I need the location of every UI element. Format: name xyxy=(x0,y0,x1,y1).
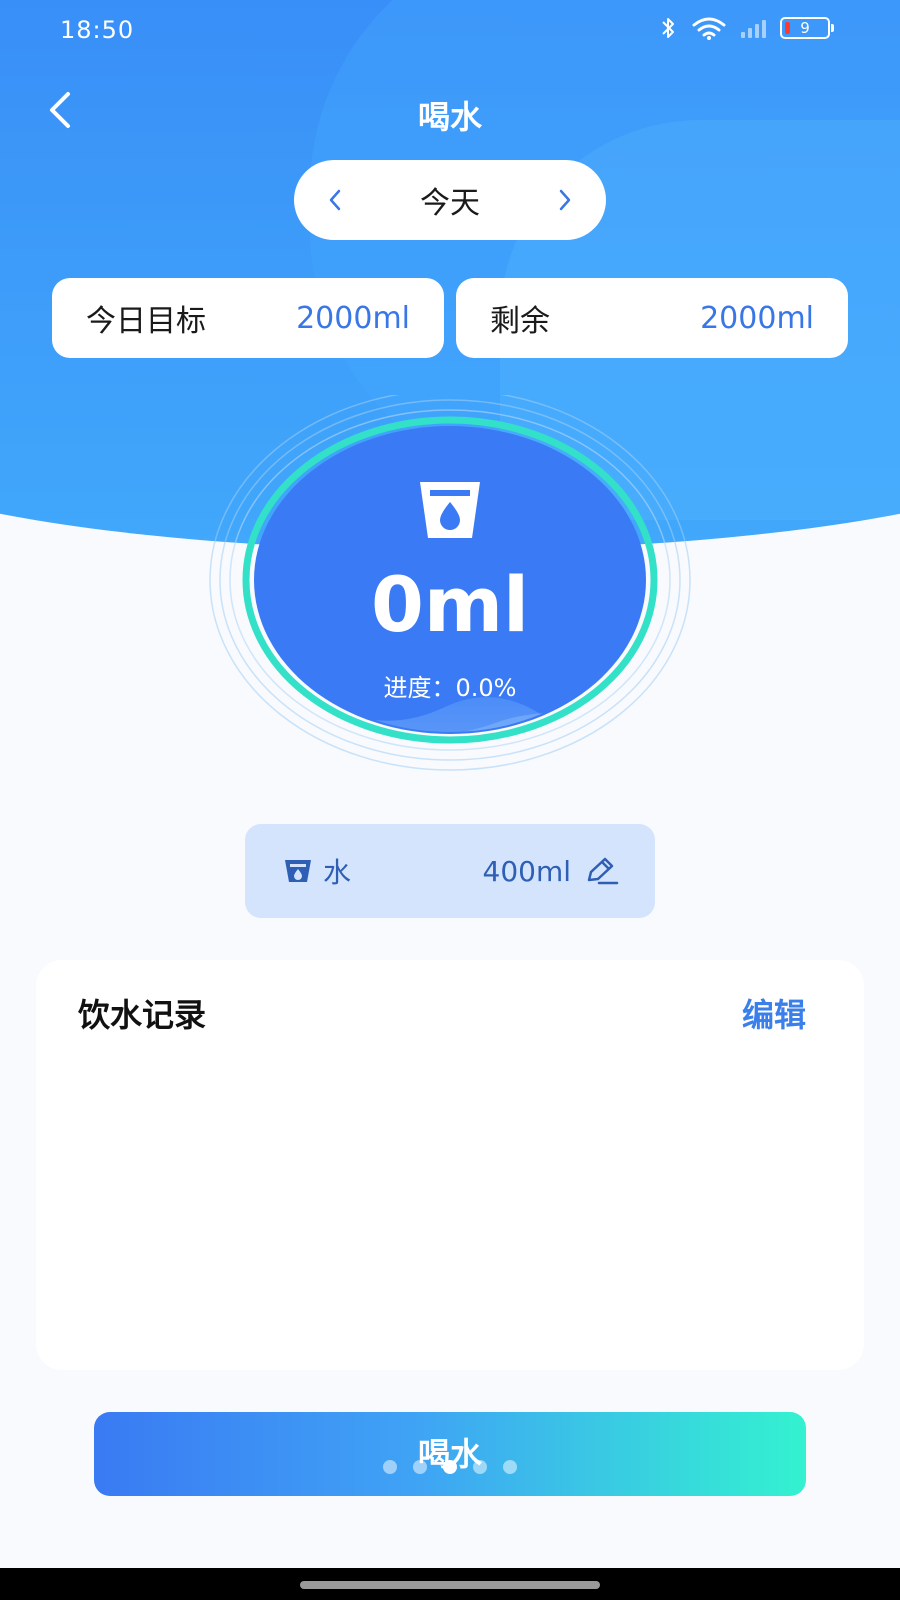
page-dot xyxy=(503,1460,517,1474)
records-title: 饮水记录 xyxy=(78,996,207,1034)
signal-icon xyxy=(741,18,766,38)
chevron-right-icon xyxy=(559,189,571,211)
date-selector: 今天 xyxy=(294,160,606,240)
progress-text: 进度：0.0% xyxy=(245,668,655,703)
records-edit-button[interactable]: 编辑 xyxy=(742,990,806,1036)
chevron-left-icon xyxy=(329,189,341,211)
drink-name: 水 xyxy=(323,856,352,889)
daily-goal-card: 今日目标 2000ml xyxy=(52,278,444,358)
wifi-icon xyxy=(692,17,726,40)
battery-icon: 9 xyxy=(780,17,834,39)
page-indicator xyxy=(0,1460,900,1474)
status-bar: 18:50 9 xyxy=(0,0,900,64)
battery-level: 9 xyxy=(800,19,810,37)
page-dot xyxy=(473,1460,487,1474)
date-label: 今天 xyxy=(420,186,480,221)
daily-goal-value: 2000ml xyxy=(296,300,410,336)
daily-goal-label: 今日目标 xyxy=(86,304,206,339)
remaining-card: 剩余 2000ml xyxy=(456,278,848,358)
page-dot xyxy=(413,1460,427,1474)
intake-amount: 0ml xyxy=(370,560,530,649)
water-cup-icon xyxy=(285,860,311,882)
next-day-button[interactable] xyxy=(550,180,580,220)
page-title: 喝水 xyxy=(417,98,482,136)
bluetooth-icon xyxy=(662,18,674,38)
drink-records-card: 饮水记录 编辑 xyxy=(36,960,864,1370)
drink-amount: 400ml xyxy=(482,854,572,888)
status-time: 18:50 xyxy=(60,16,135,44)
page-dot xyxy=(383,1460,397,1474)
drink-water-screen: 18:50 9 喝水 今天 今日目标 2000ml 剩余 2000ml 0ml … xyxy=(0,0,900,1600)
previous-day-button[interactable] xyxy=(320,180,350,220)
status-icons: 9 xyxy=(659,16,834,40)
remaining-label: 剩余 xyxy=(490,304,550,339)
drink-button[interactable]: 喝水 xyxy=(94,1412,806,1496)
water-cup-icon xyxy=(420,482,480,538)
drink-type-selector[interactable]: 水 400ml xyxy=(245,824,655,918)
progress-label: 进度： xyxy=(383,674,456,702)
remaining-value: 2000ml xyxy=(700,300,814,336)
pencil-icon[interactable] xyxy=(583,856,619,886)
home-indicator[interactable] xyxy=(300,1581,600,1589)
progress-value: 0.0% xyxy=(455,674,517,702)
page-dot-active xyxy=(443,1460,457,1474)
